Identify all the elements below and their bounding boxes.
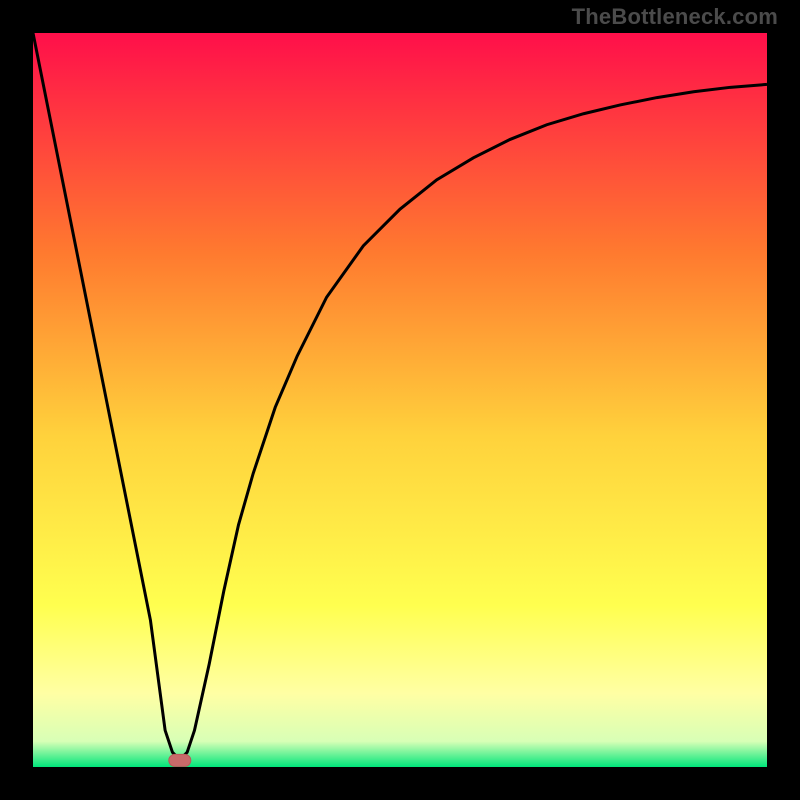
chart-svg: [33, 33, 767, 767]
watermark-text: TheBottleneck.com: [572, 4, 778, 30]
gradient-background: [33, 33, 767, 767]
minimum-marker: [169, 754, 191, 766]
chart-frame: TheBottleneck.com: [0, 0, 800, 800]
plot-area: [33, 33, 767, 767]
